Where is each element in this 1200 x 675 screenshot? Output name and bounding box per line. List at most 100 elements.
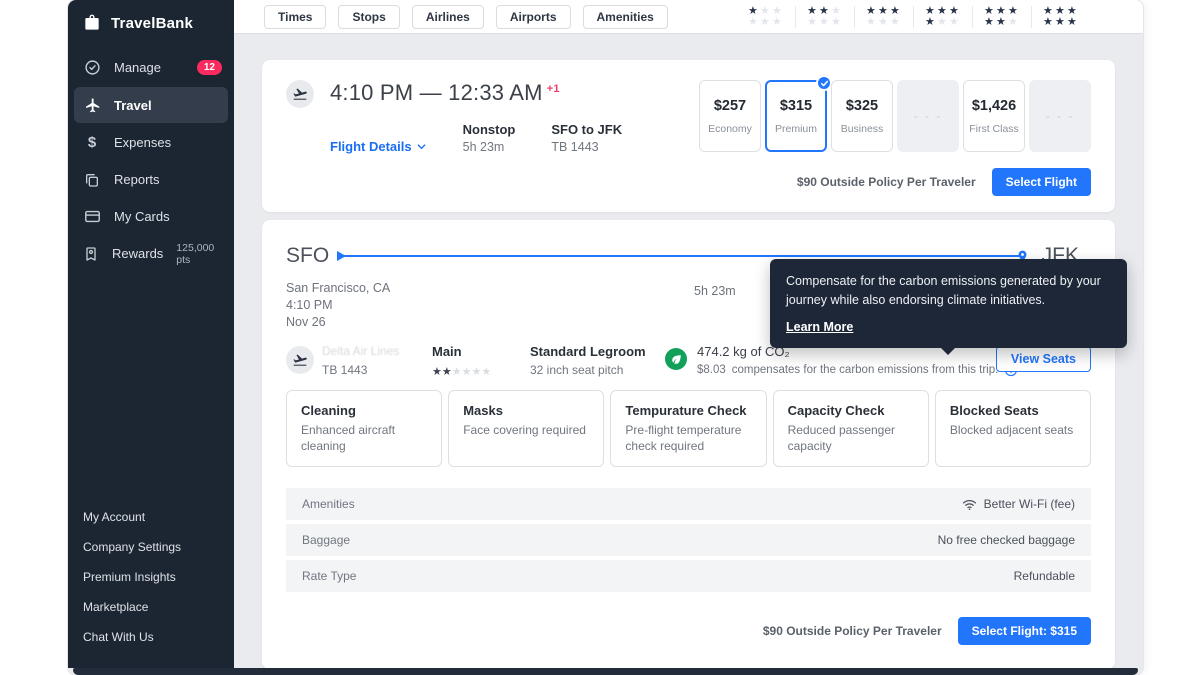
star-icon: ★ — [772, 17, 784, 28]
sidebar-item-chat-with-us[interactable]: Chat With Us — [83, 622, 219, 652]
carbon-info: 474.2 kg of CO₂ $8.03 compensates for th… — [665, 344, 1018, 377]
filter-toolbar: Times Stops Airlines Airports Amenities … — [234, 0, 1143, 34]
star-icon: ★ — [819, 6, 831, 17]
divider — [854, 6, 855, 28]
sidebar-item-premium-insights[interactable]: Premium Insights — [83, 562, 219, 592]
star-icon: ★ — [1055, 6, 1067, 17]
star-icon: ★ — [760, 6, 772, 17]
table-row-rate-type: Rate Type Refundable — [286, 560, 1091, 592]
logo: TravelBank — [68, 0, 234, 45]
divider — [913, 6, 914, 28]
timeline-line — [338, 255, 1025, 257]
leg-duration: 5h 23m — [694, 284, 736, 298]
stops-info: Nonstop 5h 23m — [463, 122, 516, 154]
sidebar-item-company-settings[interactable]: Company Settings — [83, 532, 219, 562]
star-filter-4-stars[interactable]: ★★★★★★ — [925, 6, 961, 28]
fare-premium-selected[interactable]: $315 Premium — [765, 80, 827, 152]
star-icon: ★ — [1008, 6, 1020, 17]
star-icon: ★ — [819, 17, 831, 28]
ticket-icon — [83, 245, 99, 263]
star-icon: ★ — [1067, 6, 1079, 17]
flight-time-range: 4:10 PM — 12:33 AM+1 — [330, 80, 622, 106]
segment-flight-id: Delta Air Lines TB 1443 — [322, 344, 399, 377]
sidebar-item-label: Expenses — [114, 135, 171, 150]
select-flight-price-button[interactable]: Select Flight: $315 — [958, 617, 1091, 645]
sidebar-item-travel[interactable]: Travel — [74, 87, 228, 123]
star-icon: ★ — [925, 6, 937, 17]
timeline-start-arrow — [337, 251, 346, 261]
co2-note-text: compensates for the carbon emissions fro… — [732, 364, 999, 376]
segment-flight-no: TB 1443 — [322, 363, 399, 377]
star-filter-1-stars[interactable]: ★★★★★★ — [748, 6, 784, 28]
star-icon: ★ — [462, 366, 472, 378]
view-seats-button[interactable]: View Seats — [996, 346, 1091, 372]
sidebar: TravelBank Manage 12 Travel $ Expenses — [68, 0, 234, 668]
star-icon: ★ — [996, 17, 1008, 28]
star-icon: ★ — [1043, 6, 1055, 17]
star-rating-filters: ★★★★★★★★★★★★★★★★★★★★★★★★★★★★★★★★★★★★ — [748, 6, 1079, 28]
app-title: TravelBank — [111, 15, 193, 32]
filter-amenities-button[interactable]: Amenities — [583, 5, 668, 29]
amenity-card-cleaning: Cleaning Enhanced aircraft cleaning — [286, 390, 442, 467]
star-icon: ★ — [1055, 17, 1067, 28]
star-icon: ★ — [866, 17, 878, 28]
select-flight-button[interactable]: Select Flight — [992, 168, 1091, 196]
sidebar-item-reports[interactable]: Reports — [68, 161, 234, 198]
sidebar-item-my-account[interactable]: My Account — [83, 502, 219, 532]
star-icon: ★ — [878, 17, 890, 28]
sidebar-item-label: Manage — [114, 60, 161, 75]
origin-code: SFO — [286, 244, 329, 268]
sidebar-item-rewards[interactable]: Rewards 125,000 pts — [68, 235, 234, 272]
star-filter-3-stars[interactable]: ★★★★★★ — [866, 6, 902, 28]
rewards-points: 125,000 pts — [176, 242, 222, 266]
sidebar-item-my-cards[interactable]: My Cards — [68, 198, 234, 235]
fare-options: $257 Economy $315 Premium $325 — [699, 80, 1091, 152]
learn-more-link[interactable]: Learn More — [786, 320, 853, 334]
filter-times-button[interactable]: Times — [264, 5, 326, 29]
star-filter-6-stars[interactable]: ★★★★★★ — [1043, 6, 1079, 28]
plus-one-day: +1 — [547, 83, 560, 95]
star-icon: ★ — [760, 17, 772, 28]
flight-summary-card: 4:10 PM — 12:33 AM+1 Flight Details Nons… — [262, 60, 1115, 212]
filter-airports-button[interactable]: Airports — [496, 5, 571, 29]
manage-count-badge: 12 — [197, 60, 222, 75]
flight-details-link[interactable]: Flight Details — [330, 139, 427, 154]
star-icon: ★ — [1008, 17, 1020, 28]
sidebar-item-expenses[interactable]: $ Expenses — [68, 124, 234, 161]
star-icon: ★ — [878, 6, 890, 17]
star-icon: ★ — [1067, 17, 1079, 28]
star-icon: ★ — [807, 17, 819, 28]
sidebar-item-label: Rewards — [112, 246, 163, 261]
fare-unavailable: - - - — [1029, 80, 1091, 152]
tooltip-arrow — [940, 347, 956, 355]
star-icon: ★ — [984, 6, 996, 17]
main-area: Times Stops Airlines Airports Amenities … — [234, 0, 1143, 668]
fare-info-table: Amenities Better Wi-Fi (fee) Baggage No … — [286, 488, 1091, 592]
check-circle-icon — [83, 59, 101, 77]
star-icon: ★ — [432, 366, 442, 378]
star-icon: ★ — [831, 6, 843, 17]
sidebar-item-manage[interactable]: Manage 12 — [68, 49, 234, 86]
sidebar-item-marketplace[interactable]: Marketplace — [83, 592, 219, 622]
sidebar-nav: Manage 12 Travel $ Expenses Reports — [68, 49, 234, 272]
wifi-icon — [962, 497, 977, 512]
co2-price: $8.03 — [697, 364, 726, 376]
cabin-class: Main ★★★★★★ — [432, 344, 491, 380]
filter-airlines-button[interactable]: Airlines — [412, 5, 484, 29]
carbon-tooltip: Compensate for the carbon emissions gene… — [770, 259, 1127, 348]
star-icon: ★ — [937, 17, 949, 28]
star-icon: ★ — [890, 6, 902, 17]
star-icon: ★ — [748, 17, 760, 28]
divider — [1031, 6, 1032, 28]
cabin-rating-stars: ★★★★★★ — [432, 362, 491, 380]
fare-first-class[interactable]: $1,426 First Class — [963, 80, 1025, 152]
star-filter-2-stars[interactable]: ★★★★★★ — [807, 6, 843, 28]
airline-logo — [286, 346, 314, 374]
filter-stops-button[interactable]: Stops — [338, 5, 399, 29]
star-icon: ★ — [452, 366, 462, 378]
star-filter-5-stars[interactable]: ★★★★★★ — [984, 6, 1020, 28]
amenity-card-masks: Masks Face covering required — [448, 390, 604, 467]
tooltip-text: Compensate for the carbon emissions gene… — [786, 272, 1111, 311]
fare-economy[interactable]: $257 Economy — [699, 80, 761, 152]
fare-business[interactable]: $325 Business — [831, 80, 893, 152]
